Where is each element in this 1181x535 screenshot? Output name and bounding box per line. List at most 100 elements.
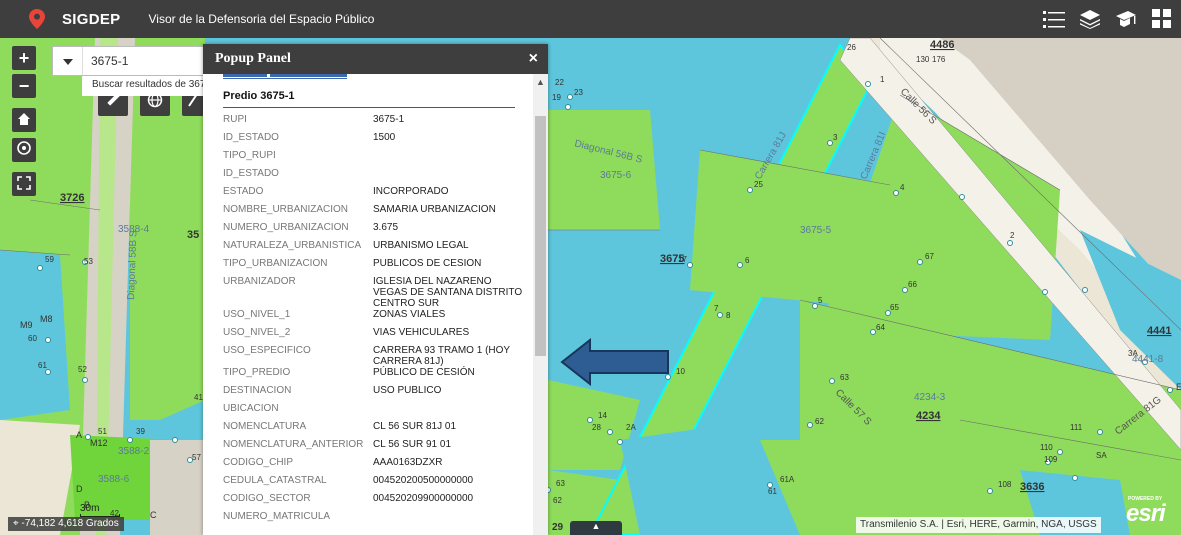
node-label: 61A: [780, 475, 795, 484]
attribute-value: AAA0163DZXR: [373, 457, 443, 468]
layers-icon[interactable]: [1077, 6, 1103, 32]
lot-label: M9: [20, 320, 33, 330]
grid-icon[interactable]: [1149, 6, 1175, 32]
scroll-thumb[interactable]: [535, 116, 546, 356]
attribute-value: 3675-1: [373, 114, 405, 125]
node-label: 1: [880, 75, 885, 84]
divider: [223, 107, 515, 108]
map-attribution[interactable]: Transmilenio S.A. | Esri, HERE, Garmin, …: [856, 517, 1101, 533]
node-label: 8: [726, 311, 731, 320]
attribute-value: SAMARIA URBANIZACION: [373, 204, 496, 215]
lot-label: 4441: [1147, 325, 1171, 337]
fullscreen-icon: [17, 174, 31, 195]
app-header: SIGDEP Visor de la Defensoria del Espaci…: [0, 0, 1181, 38]
node-label: 22: [555, 78, 564, 87]
attribute-value: INCORPORADO: [373, 186, 449, 197]
esri-logo[interactable]: POWERED BY esri: [1126, 496, 1166, 528]
attribute-value: CARRERA 93 TRAMO 1 (HOY CARRERA 81J): [373, 345, 510, 367]
attribute-row: NUMERO_MATRICULA: [223, 511, 523, 529]
popup-scrollbar[interactable]: ▲: [533, 74, 548, 535]
node-label: 53: [84, 257, 93, 266]
node-label: 109: [1044, 455, 1058, 464]
node-label: 14: [598, 411, 607, 420]
node-label: 108: [998, 480, 1012, 489]
coordinate-text: -74,182 4,618 Grados: [21, 518, 119, 529]
chevron-up-icon: ▲: [591, 521, 601, 531]
popup-body[interactable]: ▬▬▬▬ ▬▬▬▬▬▬▬ Predio 3675-1 RUPI 3675-1 ID_…: [203, 74, 533, 535]
node-label: SA: [1096, 451, 1107, 460]
zoom-out-label: −: [18, 75, 30, 96]
attribute-row: TIPO_RUPI: [223, 150, 523, 168]
header-toolbar: [1041, 6, 1175, 32]
attribute-key: CODIGO_CHIP: [223, 457, 294, 468]
zoom-in-button[interactable]: +: [12, 46, 36, 70]
attribute-key: TIPO_RUPI: [223, 150, 276, 161]
scroll-up-icon[interactable]: ▲: [536, 77, 545, 87]
attribute-value: 3.675: [373, 222, 399, 233]
node-label: 65: [890, 303, 899, 312]
close-icon[interactable]: ×: [529, 50, 538, 68]
attribute-value: CL 56 SUR 91 01: [373, 439, 452, 450]
map-view[interactable]: 3726 3588-4 35 Diagonal 58B S Diagonal 5…: [0, 38, 1181, 535]
attribute-value: 004520209900000000: [373, 493, 474, 504]
map-canvas[interactable]: 3726 3588-4 35 Diagonal 58B S Diagonal 5…: [0, 38, 1181, 535]
attribute-key: ESTADO: [223, 186, 264, 197]
node-label: 29: [552, 522, 564, 533]
home-icon: [17, 110, 31, 131]
attribute-value: ZONAS VIALES: [373, 309, 446, 320]
popup-links[interactable]: ▬▬▬▬ ▬▬▬▬▬▬▬: [223, 74, 347, 80]
arrow-left-callout-icon: [560, 337, 672, 391]
attribute-row: NOMENCLATURA_ANTERIOR CL 56 SUR 91 01: [223, 439, 523, 457]
node-label: 51: [98, 427, 107, 436]
graduation-cap-icon[interactable]: [1113, 6, 1139, 32]
node-label: 110: [1040, 443, 1053, 452]
bottom-panel-toggle[interactable]: ▲: [570, 521, 622, 535]
attribute-key: NATURALEZA_URBANISTICA: [223, 240, 362, 251]
attribute-key: USO_ESPECIFICO: [223, 345, 311, 356]
attribute-key: NUMERO_MATRICULA: [223, 511, 331, 522]
zoom-out-button[interactable]: −: [12, 74, 36, 98]
search-suggestion[interactable]: Buscar resultados de 3675-1: [82, 76, 207, 96]
node-label: 6: [745, 256, 750, 265]
attribute-value: PÚBLICO DE CESIÓN: [373, 367, 475, 378]
coordinate-readout[interactable]: ⌖ -74,182 4,618 Grados: [8, 517, 124, 531]
attribute-row: USO_ESPECIFICO CARRERA 93 TRAMO 1 (HOY CA…: [223, 345, 523, 367]
fullscreen-button[interactable]: [12, 172, 36, 196]
locate-button[interactable]: [12, 138, 36, 162]
attribute-value: IGLESIA DEL NAZARENO VEGAS DE SANTANA DI…: [373, 276, 523, 309]
node-label: 10: [676, 367, 685, 376]
lot-label: 3588-2: [118, 446, 150, 457]
node-label: 62: [815, 417, 824, 426]
attribute-key: CEDULA_CATASTRAL: [223, 475, 327, 486]
attribute-value: CL 56 SUR 81J 01: [373, 421, 457, 432]
search-widget: [52, 46, 207, 76]
lot-label: 4234-3: [914, 392, 946, 403]
attribute-row: ID_ESTADO: [223, 168, 523, 186]
node-label: 3A: [1128, 349, 1138, 358]
node-label: 66: [908, 280, 917, 289]
list-icon[interactable]: [1041, 6, 1067, 32]
home-button[interactable]: [12, 108, 36, 132]
lot-label: 3726: [60, 192, 84, 204]
node-label: 19: [552, 93, 561, 102]
node-label: 62: [553, 496, 562, 505]
locate-icon: [16, 140, 32, 161]
attribute-row: NATURALEZA_URBANISTICA URBANISMO LEGAL: [223, 240, 523, 258]
node-label: 63: [556, 479, 565, 488]
attribute-key: NUMERO_URBANIZACION: [223, 222, 349, 233]
node-label: 63: [840, 373, 849, 382]
attribute-key: RUPI: [223, 114, 247, 125]
attribute-value: [373, 403, 523, 421]
predio-title: Predio 3675-1: [223, 90, 295, 102]
attribute-row: NOMENCLATURA CL 56 SUR 81J 01: [223, 421, 523, 439]
node-label: 25: [754, 180, 763, 189]
attribute-key: UBICACION: [223, 403, 279, 414]
attribute-value: [373, 511, 523, 529]
node-label: 61: [38, 361, 47, 370]
search-input[interactable]: [83, 54, 203, 68]
search-source-dropdown[interactable]: [53, 47, 83, 75]
attribute-row: NUMERO_URBANIZACION 3.675: [223, 222, 523, 240]
attribute-row: URBANIZADOR IGLESIA DEL NAZARENO VEGAS DE…: [223, 276, 523, 309]
attribute-key: TIPO_URBANIZACION: [223, 258, 328, 269]
attribute-key: URBANIZADOR: [223, 276, 296, 287]
